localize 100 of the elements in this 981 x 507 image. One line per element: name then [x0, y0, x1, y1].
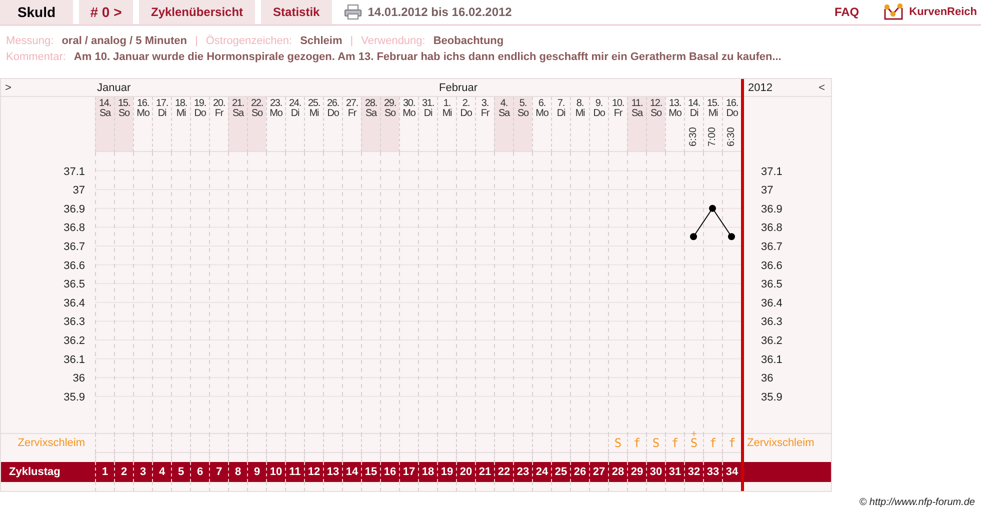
cycle-day-number: 8 — [234, 466, 242, 478]
printer-icon[interactable] — [344, 4, 362, 20]
copyright-text: © http://www.nfp-forum.de — [859, 497, 975, 507]
day-date: 10. — [612, 99, 624, 109]
cycle-day-number: 16 — [384, 466, 396, 478]
logo-text[interactable]: KurvenReich — [909, 6, 977, 18]
day-date: 4. — [500, 99, 508, 109]
header-tab[interactable]: Zyklenübersicht — [139, 0, 256, 24]
separator: | — [195, 35, 198, 48]
weekday-label: Sa — [365, 109, 377, 119]
header-tab[interactable]: Skuld — [0, 0, 73, 24]
mucus-symbol: f — [633, 437, 641, 449]
weekday-label: Mo — [402, 109, 416, 119]
cycle-day-number: 34 — [726, 466, 738, 478]
cycle-day-number: 4 — [158, 466, 166, 478]
day-date: 26. — [326, 99, 340, 109]
day-date: 13. — [668, 99, 682, 109]
weekday-label: Do — [194, 109, 206, 119]
weekday-label: Sa — [232, 109, 244, 119]
cycle-day-number: 33 — [706, 466, 720, 478]
weekday-label: Di — [556, 109, 566, 119]
weekday-label: So — [517, 109, 529, 119]
cycle-day-number: 25 — [554, 466, 568, 478]
mucus-symbol: S — [690, 437, 698, 449]
cycle-day-number: 26 — [574, 466, 586, 478]
cycle-day-number: 14 — [346, 466, 358, 478]
tick-label: 36.9 — [761, 203, 782, 216]
weekday-label: So — [118, 109, 130, 119]
weekday-label: Sa — [631, 109, 643, 119]
tick-label: 37.1 — [761, 166, 782, 178]
faq-link[interactable]: FAQ — [834, 5, 860, 19]
cycle-day-number: 6 — [196, 466, 204, 478]
day-date: 15. — [118, 99, 130, 109]
weekday-label: Mo — [536, 109, 548, 119]
previous-button[interactable]: < — [816, 82, 827, 94]
cycle-day-label: Zyklustag — [9, 466, 60, 478]
temperature-point — [728, 233, 735, 240]
next-button[interactable]: > — [3, 82, 14, 94]
month-label: Februar — [439, 82, 478, 94]
cycle-day-number: 17 — [402, 466, 416, 478]
weekday-label: So — [251, 109, 263, 119]
weekday-label: Do — [726, 109, 738, 119]
mucus-symbol: S — [614, 437, 622, 449]
cycle-day-number: 32 — [688, 466, 700, 478]
cycle-day-number: 20 — [460, 466, 472, 478]
day-date: 29. — [384, 99, 396, 109]
day-date: 1. — [443, 99, 451, 109]
cycle-day-number: 11 — [289, 466, 301, 478]
year-label: 2012 — [748, 82, 772, 94]
cycle-day-number: 13 — [326, 466, 340, 478]
day-date: 22. — [250, 99, 264, 109]
weekday-label: Mo — [270, 109, 282, 119]
day-date: 8. — [576, 99, 584, 109]
header-tab[interactable]: Statistik — [261, 0, 332, 24]
mucus-label: Zervixschleim — [18, 437, 85, 449]
day-date: 7. — [557, 99, 565, 109]
field-value: Beobachtung — [433, 35, 504, 48]
tick-label: 36.4 — [64, 297, 85, 310]
day-date: 27. — [346, 99, 358, 109]
mucus-symbol: f — [728, 437, 736, 449]
day-date: 14. — [98, 99, 112, 109]
day-date: 25. — [308, 99, 320, 109]
measurement-time: 7:00 — [708, 127, 718, 146]
field-label: Messung: — [6, 35, 54, 48]
weekday-label: Sa — [99, 109, 111, 119]
day-date: 23. — [270, 99, 282, 109]
day-date: 20. — [212, 99, 226, 109]
tick-label: 36.2 — [64, 335, 85, 347]
cycle-day-number: 19 — [440, 466, 454, 478]
day-date: 16. — [136, 99, 150, 109]
tick-label: 36.2 — [761, 335, 782, 347]
weekday-label: Fr — [480, 109, 490, 119]
day-date: 17. — [156, 99, 168, 109]
day-date: 12. — [650, 99, 662, 109]
mucus-label: Zervixschleim — [747, 437, 814, 449]
cycle-day-number: 10 — [270, 466, 282, 478]
cycle-day-number: 28 — [612, 466, 624, 478]
weekday-label: Mo — [668, 109, 682, 119]
cycle-day-number: 30 — [650, 466, 662, 478]
day-date: 6. — [538, 99, 546, 109]
field-label: Verwendung: — [361, 35, 426, 48]
weekday-label: Fr — [214, 109, 224, 119]
weekday-label: Di — [158, 109, 166, 119]
day-date: 2. — [462, 99, 470, 109]
cycle-day-number: 24 — [536, 466, 548, 478]
cycle-day-number: 5 — [178, 466, 184, 478]
month-label: Januar — [97, 82, 131, 94]
weekday-label: Mi — [575, 109, 585, 119]
cycle-day-number: 21 — [478, 466, 492, 478]
tick-label: 37 — [761, 184, 774, 197]
tick-label: 37 — [72, 184, 85, 197]
cycle-day-number: 9 — [254, 466, 260, 478]
header-tab[interactable]: # 0 > — [79, 0, 133, 24]
day-date: 21. — [232, 99, 244, 109]
weekday-label: Mi — [442, 109, 452, 119]
tick-label: 36.3 — [761, 316, 782, 328]
mucus-symbol: f — [709, 437, 717, 449]
mucus-symbol: S — [652, 437, 660, 449]
field-value: Schleim — [300, 35, 342, 48]
day-date: 16. — [726, 99, 738, 109]
